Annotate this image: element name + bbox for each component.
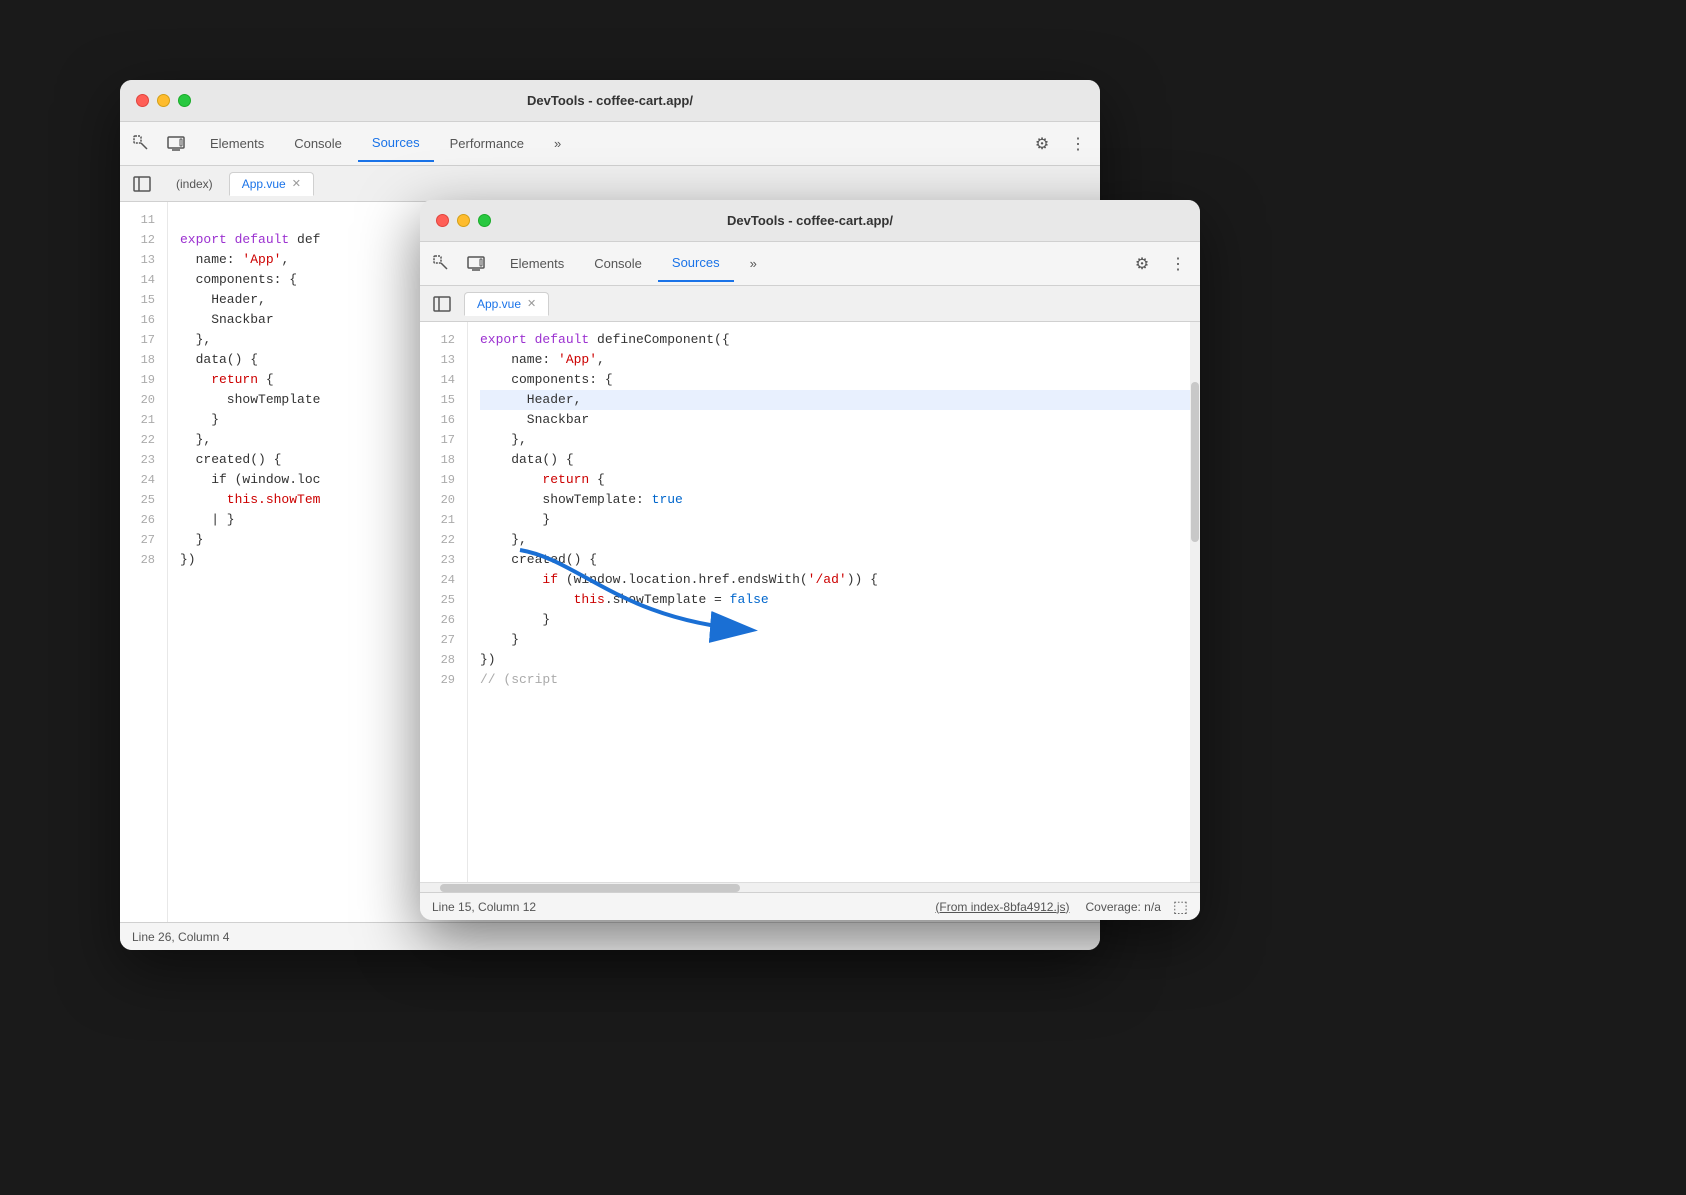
tab-more-back[interactable]: » bbox=[540, 126, 575, 162]
tab-elements-front[interactable]: Elements bbox=[496, 246, 578, 282]
code-line-front-27: } bbox=[480, 630, 1200, 650]
close-tab-icon-back[interactable]: ✕ bbox=[292, 177, 301, 190]
code-line-front-16: Snackbar bbox=[480, 410, 1200, 430]
tab-console-front[interactable]: Console bbox=[580, 246, 656, 282]
settings-icon-front[interactable]: ⚙ bbox=[1128, 250, 1156, 278]
code-line-front-24: if (window.location.href.endsWith('/ad')… bbox=[480, 570, 1200, 590]
horizontal-scrollbar-thumb-front[interactable] bbox=[440, 884, 740, 892]
status-bar-front: Line 15, Column 12 (From index-8bfa4912.… bbox=[420, 892, 1200, 920]
window-title-front: DevTools - coffee-cart.app/ bbox=[727, 213, 893, 228]
file-tab-appvue-front[interactable]: App.vue ✕ bbox=[464, 292, 549, 316]
code-line-front-21: } bbox=[480, 510, 1200, 530]
status-bar-back: Line 26, Column 4 bbox=[120, 922, 1100, 950]
code-main-front: 12 13 14 15 16 17 18 19 20 21 22 23 24 2… bbox=[420, 322, 1200, 882]
file-tab-appvue-back[interactable]: App.vue ✕ bbox=[229, 172, 314, 196]
traffic-lights-front bbox=[436, 214, 491, 227]
inspect-icon-front[interactable] bbox=[428, 250, 456, 278]
sidebar-toggle-front[interactable] bbox=[428, 290, 456, 318]
title-bar-back: DevTools - coffee-cart.app/ bbox=[120, 80, 1100, 122]
maximize-button-back[interactable] bbox=[178, 94, 191, 107]
code-content-front: export default defineComponent({ name: '… bbox=[468, 322, 1200, 882]
minimize-button-back[interactable] bbox=[157, 94, 170, 107]
code-line-front-28: }) bbox=[480, 650, 1200, 670]
tab-bar-back: Elements Console Sources Performance » ⚙… bbox=[120, 122, 1100, 166]
code-editor-front: 12 13 14 15 16 17 18 19 20 21 22 23 24 2… bbox=[420, 322, 1200, 882]
code-line-front-26: } bbox=[480, 610, 1200, 630]
title-bar-front: DevTools - coffee-cart.app/ bbox=[420, 200, 1200, 242]
code-line-front-19: return { bbox=[480, 470, 1200, 490]
tab-sources-back[interactable]: Sources bbox=[358, 126, 434, 162]
more-icon-back[interactable]: ⋮ bbox=[1064, 130, 1092, 158]
code-line-front-18: data() { bbox=[480, 450, 1200, 470]
code-line-front-25: this.showTemplate = false bbox=[480, 590, 1200, 610]
status-position-front: Line 15, Column 12 bbox=[432, 900, 536, 914]
code-line-front-17: }, bbox=[480, 430, 1200, 450]
code-line-front-20: showTemplate: true bbox=[480, 490, 1200, 510]
inspect-icon[interactable] bbox=[128, 130, 156, 158]
more-icon-front[interactable]: ⋮ bbox=[1164, 250, 1192, 278]
settings-icon-back[interactable]: ⚙ bbox=[1028, 130, 1056, 158]
tab-console-back[interactable]: Console bbox=[280, 126, 356, 162]
sidebar-toggle-back[interactable] bbox=[128, 170, 156, 198]
tab-bar-front: Elements Console Sources » ⚙ ⋮ bbox=[420, 242, 1200, 286]
close-button-front[interactable] bbox=[436, 214, 449, 227]
code-line-front-29: // (script bbox=[480, 670, 1200, 690]
file-tab-index-back[interactable]: (index) bbox=[164, 173, 225, 195]
device-icon-front[interactable] bbox=[462, 250, 490, 278]
tab-more-front[interactable]: » bbox=[736, 246, 771, 282]
line-numbers-front: 12 13 14 15 16 17 18 19 20 21 22 23 24 2… bbox=[420, 322, 468, 882]
close-tab-icon-front[interactable]: ✕ bbox=[527, 297, 536, 310]
status-coverage-front: Coverage: n/a bbox=[1085, 900, 1160, 914]
window-title-back: DevTools - coffee-cart.app/ bbox=[527, 93, 693, 108]
code-line-front-12: export default defineComponent({ bbox=[480, 330, 1200, 350]
file-tabs-bar-back: (index) App.vue ✕ bbox=[120, 166, 1100, 202]
code-line-front-23: created() { bbox=[480, 550, 1200, 570]
code-line-front-22: }, bbox=[480, 530, 1200, 550]
status-source-front[interactable]: (From index-8bfa4912.js) bbox=[935, 900, 1069, 914]
scrollbar-track-front[interactable] bbox=[1190, 322, 1200, 882]
device-icon[interactable] bbox=[162, 130, 190, 158]
horizontal-scrollbar-front[interactable] bbox=[420, 882, 1200, 892]
tab-elements-back[interactable]: Elements bbox=[196, 126, 278, 162]
maximize-button-front[interactable] bbox=[478, 214, 491, 227]
minimize-button-front[interactable] bbox=[457, 214, 470, 227]
code-line-front-14: components: { bbox=[480, 370, 1200, 390]
scrollbar-thumb-front[interactable] bbox=[1191, 382, 1199, 542]
file-tabs-bar-front: App.vue ✕ bbox=[420, 286, 1200, 322]
code-line-front-15: Header, bbox=[480, 390, 1200, 410]
line-numbers-back: 11 12 13 14 15 16 17 18 19 20 21 22 23 2… bbox=[120, 202, 168, 922]
code-line-front-13: name: 'App', bbox=[480, 350, 1200, 370]
tab-sources-front[interactable]: Sources bbox=[658, 246, 734, 282]
close-button-back[interactable] bbox=[136, 94, 149, 107]
tab-performance-back[interactable]: Performance bbox=[436, 126, 538, 162]
status-text-back: Line 26, Column 4 bbox=[132, 930, 229, 944]
devtools-window-front: DevTools - coffee-cart.app/ Elements Con… bbox=[420, 200, 1200, 920]
drawer-icon-front[interactable]: ⬚ bbox=[1173, 897, 1188, 917]
traffic-lights-back bbox=[136, 94, 191, 107]
